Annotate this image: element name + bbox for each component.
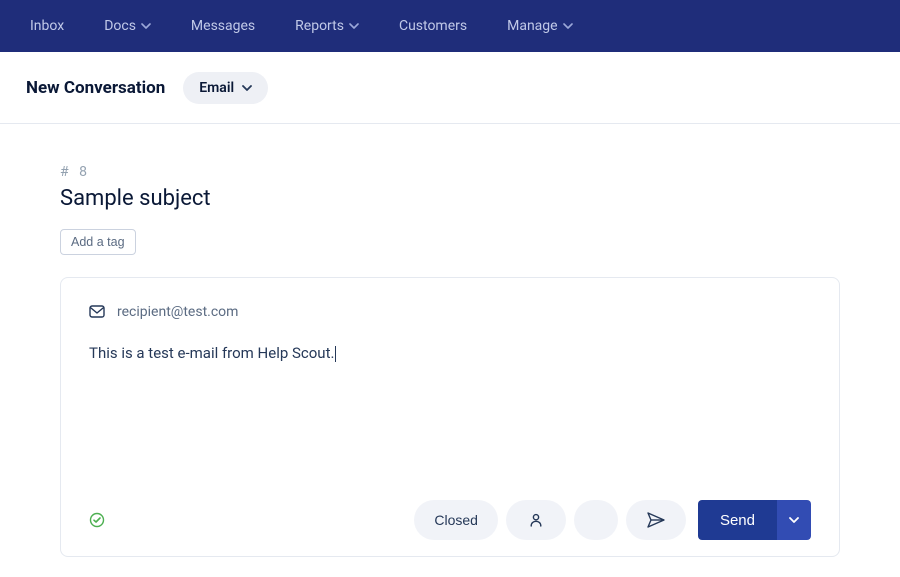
message-body[interactable]: This is a test e-mail from Help Scout. (89, 344, 811, 500)
number-prefix: # (60, 164, 69, 180)
top-nav: Inbox Docs Messages Reports Customers Ma… (0, 0, 900, 52)
nav-label: Reports (295, 18, 344, 34)
nav-docs[interactable]: Docs (84, 18, 171, 34)
recipient-row[interactable]: recipient@test.com (89, 304, 811, 320)
conversation-subject: Sample subject (60, 186, 840, 211)
chevron-down-icon (789, 515, 799, 525)
nav-reports[interactable]: Reports (275, 18, 379, 34)
editor-card: recipient@test.com This is a test e-mail… (60, 277, 840, 557)
status-closed-button[interactable]: Closed (414, 500, 498, 540)
send-button[interactable]: Send (698, 500, 777, 540)
assign-user-button[interactable] (506, 500, 566, 540)
channel-label: Email (199, 80, 234, 96)
text-cursor (335, 346, 336, 362)
number-value: 8 (79, 164, 87, 180)
person-icon (528, 512, 544, 528)
chevron-down-icon (349, 21, 359, 31)
nav-label: Manage (507, 18, 557, 34)
send-later-button[interactable] (626, 500, 686, 540)
action-bar: Closed (414, 500, 811, 540)
send-more-button[interactable] (777, 500, 811, 540)
send-group: Send (698, 500, 811, 540)
recipient-email: recipient@test.com (117, 304, 238, 320)
chevron-down-icon (242, 83, 252, 93)
nav-label: Messages (191, 18, 255, 34)
nav-label: Customers (399, 18, 467, 34)
toolbar: New Conversation Email (0, 52, 900, 124)
conversation-number: # 8 (60, 164, 840, 180)
body-text: This is a test e-mail from Help Scout. (89, 344, 334, 362)
main-content: # 8 Sample subject Add a tag recipient@t… (0, 124, 900, 577)
editor-footer: Closed (89, 500, 811, 540)
send-icon (647, 512, 665, 528)
extra-action-button[interactable] (574, 500, 618, 540)
nav-messages[interactable]: Messages (171, 18, 275, 34)
chevron-down-icon (563, 21, 573, 31)
nav-manage[interactable]: Manage (487, 18, 592, 34)
chevron-down-icon (141, 21, 151, 31)
saved-check-icon (89, 512, 105, 528)
nav-label: Docs (104, 18, 136, 34)
nav-inbox[interactable]: Inbox (10, 18, 84, 34)
channel-selector[interactable]: Email (183, 72, 268, 104)
page-title: New Conversation (26, 78, 165, 98)
add-tag-button[interactable]: Add a tag (60, 229, 136, 255)
nav-label: Inbox (30, 18, 64, 34)
envelope-icon (89, 305, 105, 319)
nav-customers[interactable]: Customers (379, 18, 487, 34)
